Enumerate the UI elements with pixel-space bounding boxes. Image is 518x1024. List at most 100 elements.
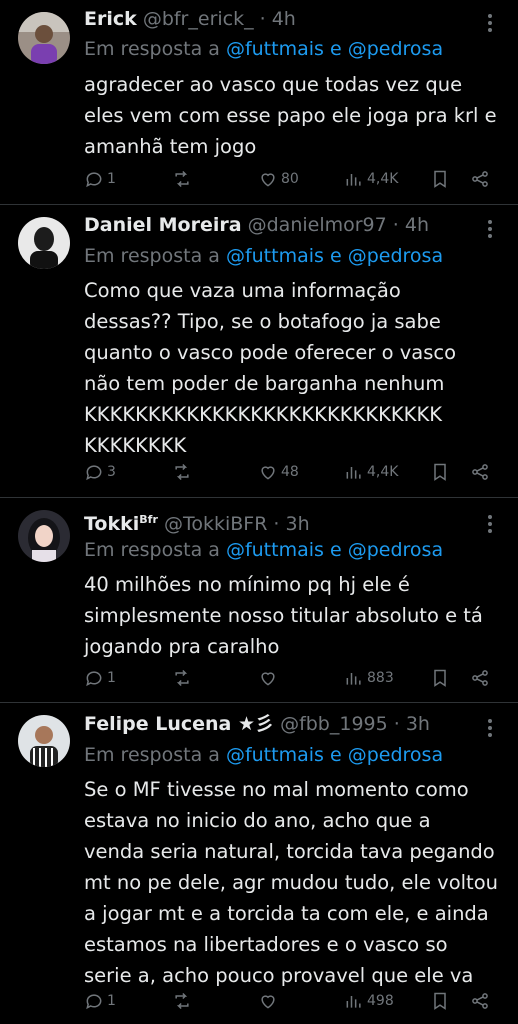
share-icon (472, 670, 488, 686)
share-button[interactable] (470, 460, 490, 484)
mention-link[interactable]: @pedrosa (348, 245, 443, 267)
tweet-text: Como que vaza uma informação dessas?? Ti… (84, 275, 500, 461)
avatar[interactable] (18, 510, 70, 562)
tweet[interactable]: Daniel Moreira @danielmor97 · 4h Em resp… (0, 205, 518, 498)
more-options-icon[interactable] (482, 717, 498, 737)
tweet-text: agradecer ao vasco que todas vez que ele… (84, 69, 500, 162)
display-name[interactable]: Felipe Lucena ★彡 (84, 713, 274, 735)
tweet-line: agradecer ao vasco que todas vez que (84, 73, 463, 96)
views-chart-icon (346, 673, 361, 685)
views-button[interactable]: 883 (344, 666, 394, 690)
tweet-line: estava no inicio do ano, acho que a (84, 809, 431, 832)
share-button[interactable] (470, 666, 490, 690)
avatar[interactable] (18, 217, 70, 269)
reply-context: Em resposta a @futtmais e @pedrosa (84, 37, 443, 61)
bookmark-button[interactable] (430, 167, 450, 191)
more-options-icon[interactable] (482, 12, 498, 32)
tweet-line: serie a, acho pouco provavel que ele va (84, 964, 474, 987)
tweet-line: venda seria natural, torcida tava pegand… (84, 840, 495, 863)
avatar[interactable] (18, 12, 70, 64)
share-button[interactable] (470, 167, 490, 191)
retweet-button[interactable] (172, 666, 192, 690)
reply-and: e (329, 744, 342, 766)
view-count: 498 (367, 993, 394, 1009)
handle[interactable]: @bfr_erick_ · 4h (143, 8, 296, 30)
bookmark-icon (434, 170, 446, 188)
reply-button[interactable]: 1 (84, 666, 116, 690)
tweet-header: Daniel Moreira @danielmor97 · 4h (84, 213, 468, 237)
handle[interactable]: @fbb_1995 · 3h (280, 713, 430, 735)
reply-prefix: Em resposta a (84, 245, 220, 267)
view-count: 4,4K (367, 171, 399, 187)
more-options-icon[interactable] (482, 513, 498, 533)
share-icon (472, 171, 488, 187)
like-button[interactable]: 80 (258, 167, 299, 191)
reply-count: 3 (107, 464, 116, 480)
more-options-icon[interactable] (482, 218, 498, 238)
display-name[interactable]: Daniel Moreira (84, 214, 242, 236)
tweet-header: Erick @bfr_erick_ · 4h (84, 7, 468, 31)
tweet[interactable]: Erick @bfr_erick_ · 4h Em resposta a @fu… (0, 0, 518, 205)
reply-button[interactable]: 1 (84, 167, 116, 191)
tweet-line: mt no pe dele, agr mudou tudo, ele volto… (84, 871, 498, 894)
tweet-line: dessas?? Tipo, se o botafogo ja sabe (84, 310, 441, 333)
reply-icon (86, 172, 102, 188)
tweet[interactable]: TokkiBfr @TokkiBFR · 3h Em resposta a @f… (0, 498, 518, 703)
tweet-line: não tem poder de barganha nenhum (84, 372, 445, 395)
heart-icon (261, 672, 275, 686)
reply-prefix: Em resposta a (84, 744, 220, 766)
views-button[interactable]: 4,4K (344, 460, 398, 484)
display-name-text: Tokki (84, 513, 140, 535)
view-count: 4,4K (367, 464, 399, 480)
like-button[interactable] (258, 989, 281, 1013)
tweet-line: KKKKKKKK (84, 434, 187, 457)
like-button[interactable]: 48 (258, 460, 299, 484)
bookmark-button[interactable] (430, 666, 450, 690)
retweet-button[interactable] (172, 167, 192, 191)
action-bar: 3 48 4,4K (84, 460, 500, 484)
display-name[interactable]: Erick (84, 8, 137, 30)
retweet-button[interactable] (172, 989, 192, 1013)
bookmark-icon (434, 992, 446, 1010)
reply-and: e (329, 539, 342, 561)
handle[interactable]: @TokkiBFR · 3h (164, 513, 310, 535)
action-bar: 1 883 (84, 666, 500, 690)
mention-link[interactable]: @futtmais (226, 539, 324, 561)
mention-link[interactable]: @pedrosa (348, 38, 443, 60)
handle[interactable]: @danielmor97 · 4h (248, 214, 429, 236)
views-chart-icon (346, 174, 361, 186)
mention-link[interactable]: @pedrosa (348, 539, 443, 561)
retweet-icon (175, 669, 189, 687)
mention-link[interactable]: @futtmais (226, 38, 324, 60)
display-name-badge: Bfr (139, 513, 158, 526)
mention-link[interactable]: @futtmais (226, 245, 324, 267)
mention-link[interactable]: @pedrosa (348, 744, 443, 766)
views-button[interactable]: 498 (344, 989, 394, 1013)
reply-context: Em resposta a @futtmais e @pedrosa (84, 538, 443, 562)
avatar[interactable] (18, 715, 70, 767)
reply-and: e (329, 245, 342, 267)
display-name[interactable]: TokkiBfr (84, 513, 158, 535)
like-button[interactable] (258, 666, 281, 690)
reply-button[interactable]: 3 (84, 460, 116, 484)
mention-link[interactable]: @futtmais (226, 744, 324, 766)
retweet-button[interactable] (172, 460, 192, 484)
tweet[interactable]: Felipe Lucena ★彡 @fbb_1995 · 3h Em respo… (0, 703, 518, 1024)
bookmark-button[interactable] (430, 989, 450, 1013)
tweet-text: 40 milhões no mínimo pq hj ele é simples… (84, 569, 500, 662)
reply-button[interactable]: 1 (84, 989, 116, 1013)
reply-icon (86, 994, 102, 1010)
tweet-header: TokkiBfr @TokkiBFR · 3h (84, 508, 468, 536)
tweet-line: estamos na libertadores e o vasco so (84, 933, 448, 956)
tweet-line: simplesmente nosso titular absoluto e tá (84, 604, 483, 627)
tweet-line: 40 milhões no mínimo pq hj ele é (84, 573, 410, 596)
heart-icon (261, 173, 275, 187)
bookmark-icon (434, 669, 446, 687)
bookmark-button[interactable] (430, 460, 450, 484)
reply-prefix: Em resposta a (84, 38, 220, 60)
retweet-icon (175, 170, 189, 188)
reply-and: e (329, 38, 342, 60)
views-button[interactable]: 4,4K (344, 167, 398, 191)
tweet-line: amanhã tem jogo (84, 135, 257, 158)
share-button[interactable] (470, 989, 490, 1013)
